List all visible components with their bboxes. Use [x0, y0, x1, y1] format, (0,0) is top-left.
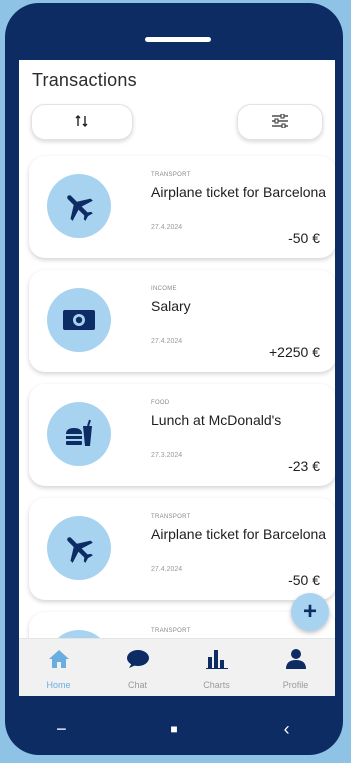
back-button[interactable]: ‹ [257, 719, 317, 740]
transaction-date: 27.4.2024 [151, 338, 183, 345]
transaction-date: 27.4.2024 [151, 224, 183, 231]
tab-label: Charts [203, 680, 230, 690]
transaction-category: FOOD [151, 400, 170, 406]
airplane-icon [47, 174, 111, 238]
transaction-name: Salary [151, 298, 191, 314]
transaction-date: 27.4.2024 [151, 566, 183, 573]
transaction-amount: +2250 € [269, 344, 320, 360]
tab-chat[interactable]: Chat [106, 639, 170, 690]
status-bar-indicator [145, 37, 211, 42]
tab-profile[interactable]: Profile [264, 639, 328, 690]
transaction-card[interactable]: FOOD Lunch at McDonald's 27.3.2024 -23 € [29, 384, 335, 486]
tab-label: Profile [282, 680, 309, 690]
bar-chart-icon [205, 649, 228, 674]
transaction-name: Airplane ticket for Barcelona [151, 184, 327, 200]
app-screen: Transactions TRANSPORT Airplane ticket f… [19, 60, 335, 696]
home-button[interactable]: ■ [144, 722, 204, 736]
page-title: Transactions [32, 70, 137, 90]
system-nav-bar: − ■ ‹ [5, 703, 343, 755]
transaction-date: 27.3.2024 [151, 452, 183, 459]
person-icon [285, 649, 307, 674]
add-transaction-button[interactable]: + [291, 593, 329, 631]
transaction-name: Lunch at McDonald's [151, 412, 282, 428]
transaction-category: TRANSPORT [151, 628, 191, 634]
phone-frame: Transactions TRANSPORT Airplane ticket f… [5, 3, 343, 755]
chat-bubble-icon [126, 649, 150, 674]
transaction-amount: -50 € [288, 572, 320, 588]
tab-charts[interactable]: Charts [185, 639, 249, 690]
recents-button[interactable]: − [31, 719, 91, 740]
sliders-icon [271, 113, 289, 131]
transaction-card[interactable]: TRANSPORT Airplane ticket for Barcelona … [29, 156, 335, 258]
transaction-category: TRANSPORT [151, 514, 191, 520]
tab-label: Home [46, 680, 71, 690]
home-icon [48, 649, 70, 674]
transaction-name: Airplane ticket for Barcelona [151, 526, 327, 542]
bottom-tab-bar: Home Chat Charts Profile [19, 638, 335, 696]
transaction-card[interactable]: TRANSPORT Airplane ticket for Barcelona … [29, 498, 335, 600]
fast-food-icon [47, 402, 111, 466]
sort-button[interactable] [31, 104, 133, 140]
airplane-icon [47, 516, 111, 580]
tab-label: Chat [127, 680, 147, 690]
transaction-category: TRANSPORT [151, 172, 191, 178]
filter-button[interactable] [237, 104, 323, 140]
transaction-amount: -23 € [288, 458, 320, 474]
transaction-category: INCOME [151, 286, 177, 292]
transaction-card[interactable]: INCOME Salary 27.4.2024 +2250 € [29, 270, 335, 372]
tab-home[interactable]: Home [27, 639, 91, 690]
banknote-icon [47, 288, 111, 352]
transaction-amount: -50 € [288, 230, 320, 246]
sort-arrows-icon [75, 114, 89, 130]
